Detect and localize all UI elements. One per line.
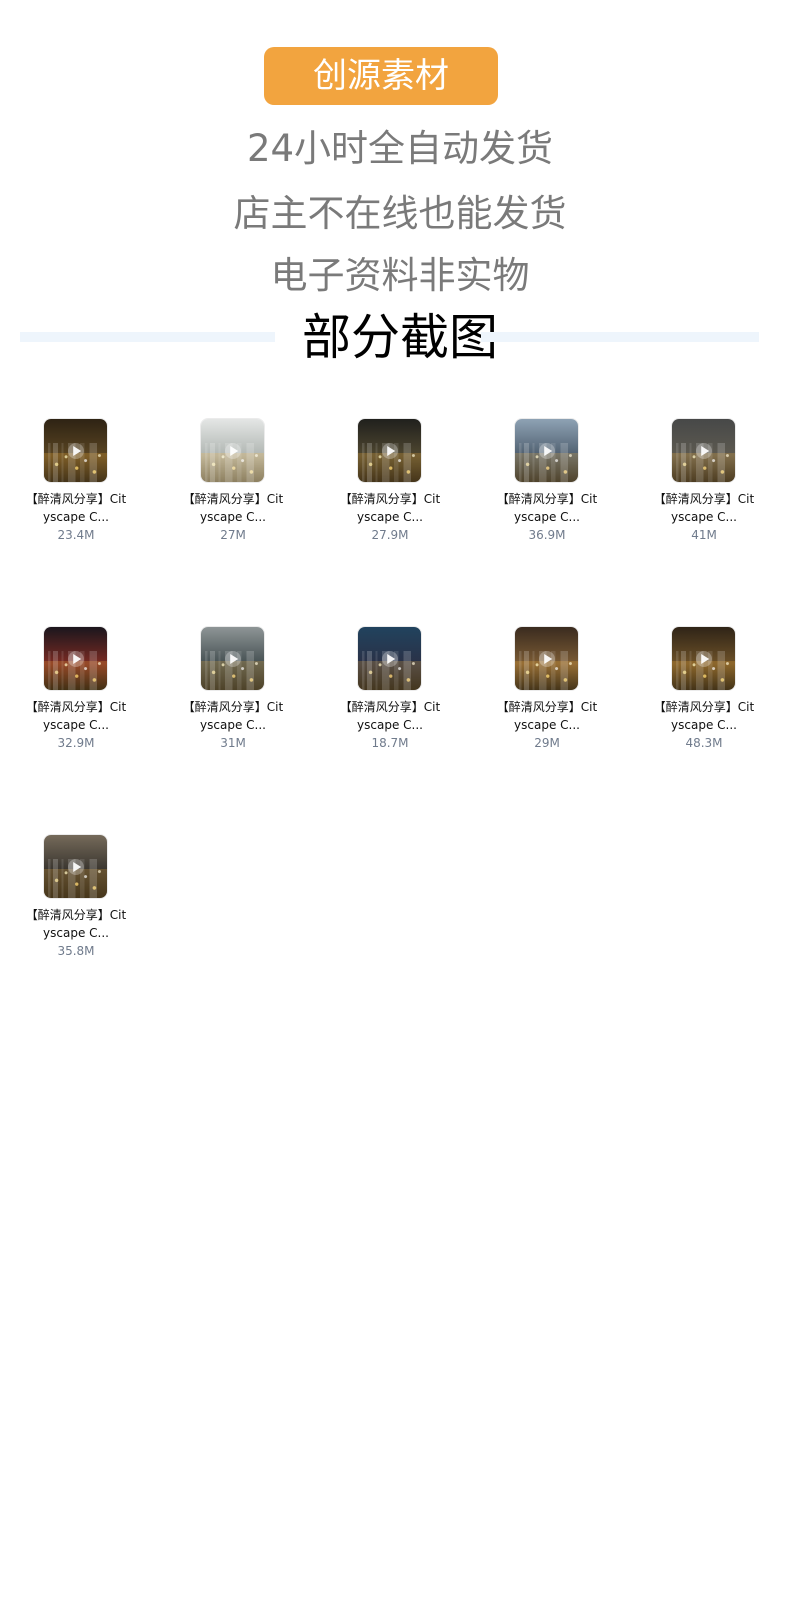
file-size: 35.8M — [57, 944, 95, 958]
file-name[interactable]: 【醉清风分享】Cit yscape C... — [335, 490, 445, 526]
file-name-line2: yscape C... — [43, 718, 109, 732]
file-name-line2: yscape C... — [357, 718, 423, 732]
file-size: 27M — [220, 528, 246, 542]
play-badge — [67, 442, 84, 459]
play-icon — [700, 445, 709, 456]
file-name[interactable]: 【醉清风分享】Cit yscape C... — [21, 698, 131, 734]
file-name-line1: 【醉清风分享】Cit — [25, 492, 127, 506]
video-thumbnail[interactable] — [358, 419, 421, 482]
file-name-line1: 【醉清风分享】Cit — [339, 492, 441, 506]
file-tile[interactable]: 【醉清风分享】Cit yscape C... 32.9M — [21, 627, 131, 767]
file-name-line1: 【醉清风分享】Cit — [653, 492, 755, 506]
play-badge — [381, 442, 398, 459]
file-size: 48.3M — [685, 736, 723, 750]
file-name[interactable]: 【醉清风分享】Cit yscape C... — [21, 490, 131, 526]
file-size: 29M — [534, 736, 560, 750]
file-size: 31M — [220, 736, 246, 750]
file-name[interactable]: 【醉清风分享】Cit yscape C... — [335, 698, 445, 734]
play-badge — [695, 442, 712, 459]
file-name-line1: 【醉清风分享】Cit — [25, 908, 127, 922]
file-name[interactable]: 【醉清风分享】Cit yscape C... — [492, 490, 602, 526]
file-size: 27.9M — [371, 528, 409, 542]
video-thumbnail[interactable] — [201, 419, 264, 482]
file-name-line2: yscape C... — [671, 510, 737, 524]
file-tile[interactable]: 【醉清风分享】Cit yscape C... 48.3M — [649, 627, 759, 767]
file-name[interactable]: 【醉清风分享】Cit yscape C... — [21, 906, 131, 942]
file-name-line1: 【醉清风分享】Cit — [182, 492, 284, 506]
video-thumbnail[interactable] — [44, 835, 107, 898]
play-badge — [224, 442, 241, 459]
file-name-line2: yscape C... — [200, 510, 266, 524]
video-thumbnail[interactable] — [515, 627, 578, 690]
file-tile[interactable]: 【醉清风分享】Cit yscape C... 31M — [178, 627, 288, 767]
file-name-line2: yscape C... — [43, 926, 109, 940]
file-name-line2: yscape C... — [671, 718, 737, 732]
file-tile[interactable]: 【醉清风分享】Cit yscape C... 23.4M — [21, 419, 131, 559]
play-icon — [229, 445, 238, 456]
file-name-line1: 【醉清风分享】Cit — [496, 700, 598, 714]
play-icon — [72, 653, 81, 664]
play-icon — [229, 653, 238, 664]
file-grid: 【醉清风分享】Cit yscape C... 23.4M 【醉清风分享】Cit ys… — [0, 419, 800, 979]
section-divider-right — [481, 332, 759, 342]
file-name-line2: yscape C... — [43, 510, 109, 524]
video-thumbnail[interactable] — [672, 419, 735, 482]
play-icon — [72, 861, 81, 872]
file-size: 23.4M — [57, 528, 95, 542]
file-tile[interactable]: 【醉清风分享】Cit yscape C... 27M — [178, 419, 288, 559]
video-thumbnail[interactable] — [515, 419, 578, 482]
play-badge — [224, 650, 241, 667]
brand-badge: 创源素材 — [264, 47, 498, 105]
file-name-line2: yscape C... — [514, 510, 580, 524]
file-name-line1: 【醉清风分享】Cit — [653, 700, 755, 714]
file-tile[interactable]: 【醉清风分享】Cit yscape C... 35.8M — [21, 835, 131, 975]
promo-line-2: 店主不在线也能发货 — [233, 192, 567, 235]
file-name-line2: yscape C... — [514, 718, 580, 732]
file-name[interactable]: 【醉清风分享】Cit yscape C... — [492, 698, 602, 734]
file-tile[interactable]: 【醉清风分享】Cit yscape C... 29M — [492, 627, 602, 767]
file-size: 41M — [691, 528, 717, 542]
file-name[interactable]: 【醉清风分享】Cit yscape C... — [649, 698, 759, 734]
play-badge — [538, 650, 555, 667]
file-name[interactable]: 【醉清风分享】Cit yscape C... — [178, 698, 288, 734]
play-icon — [72, 445, 81, 456]
file-tile[interactable]: 【醉清风分享】Cit yscape C... 18.7M — [335, 627, 445, 767]
file-name[interactable]: 【醉清风分享】Cit yscape C... — [178, 490, 288, 526]
file-tile[interactable]: 【醉清风分享】Cit yscape C... 36.9M — [492, 419, 602, 559]
file-name-line1: 【醉清风分享】Cit — [339, 700, 441, 714]
play-icon — [386, 445, 395, 456]
promo-line-1: 24小时全自动发货 — [246, 127, 554, 170]
play-icon — [543, 445, 552, 456]
file-size: 36.9M — [528, 528, 566, 542]
play-badge — [67, 858, 84, 875]
file-size: 18.7M — [371, 736, 409, 750]
file-name-line1: 【醉清风分享】Cit — [496, 492, 598, 506]
file-name-line1: 【醉清风分享】Cit — [25, 700, 127, 714]
video-thumbnail[interactable] — [44, 627, 107, 690]
file-name-line2: yscape C... — [200, 718, 266, 732]
file-name[interactable]: 【醉清风分享】Cit yscape C... — [649, 490, 759, 526]
play-icon — [700, 653, 709, 664]
video-thumbnail[interactable] — [44, 419, 107, 482]
play-badge — [695, 650, 712, 667]
file-tile[interactable]: 【醉清风分享】Cit yscape C... 41M — [649, 419, 759, 559]
promo-line-3: 电子资料非实物 — [270, 254, 530, 297]
video-thumbnail[interactable] — [358, 627, 421, 690]
play-icon — [543, 653, 552, 664]
video-thumbnail[interactable] — [201, 627, 264, 690]
file-name-line1: 【醉清风分享】Cit — [182, 700, 284, 714]
file-tile[interactable]: 【醉清风分享】Cit yscape C... 27.9M — [335, 419, 445, 559]
file-name-line2: yscape C... — [357, 510, 423, 524]
file-size: 32.9M — [57, 736, 95, 750]
video-thumbnail[interactable] — [672, 627, 735, 690]
play-icon — [386, 653, 395, 664]
play-badge — [381, 650, 398, 667]
play-badge — [538, 442, 555, 459]
brand-label: 创源素材 — [313, 56, 449, 96]
play-badge — [67, 650, 84, 667]
